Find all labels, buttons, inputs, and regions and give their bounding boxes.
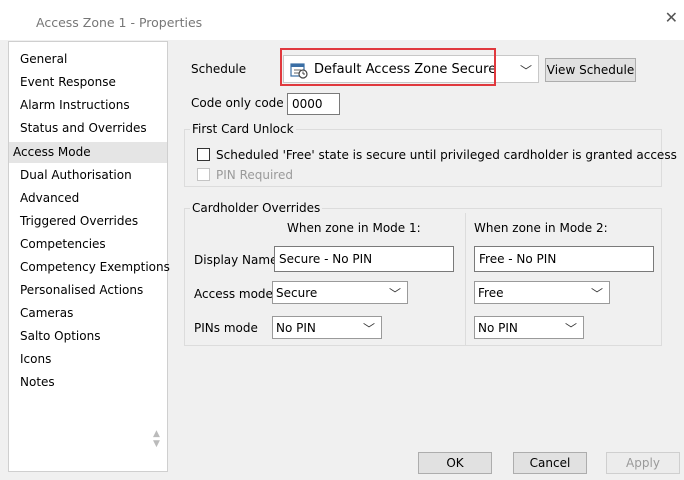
chevron-down-icon: ﹀ [590,287,603,301]
mode2-access-mode-value: Free [478,286,504,300]
sidebar-item-event-response[interactable]: Event Response [20,75,116,89]
sidebar-item-icons[interactable]: Icons [20,352,51,366]
mode1-pins-mode-value: No PIN [276,321,316,335]
sidebar-item-access-mode[interactable]: Access Mode [9,142,167,163]
sidebar-item-general[interactable]: General [20,52,67,66]
ok-button[interactable]: OK [418,452,492,474]
mode2-display-name-input[interactable]: Free - No PIN [474,246,654,272]
schedule-highlight [280,48,496,86]
sidebar-item-status-and-overrides[interactable]: Status and Overrides [20,121,147,135]
mode2-access-mode-select[interactable]: Free ﹀ [474,281,610,304]
mode1-access-mode-select[interactable]: Secure ﹀ [272,281,408,304]
window-title: Access Zone 1 - Properties [36,15,203,30]
sidebar-item-personalised-actions[interactable]: Personalised Actions [20,283,143,297]
access-mode-label: Access mode [194,287,273,301]
sidebar-item-alarm-instructions[interactable]: Alarm Instructions [20,98,130,112]
sidebar-item-advanced[interactable]: Advanced [20,191,79,205]
view-schedule-button[interactable]: View Schedule [545,58,636,82]
sidebar-item-cameras[interactable]: Cameras [20,306,73,320]
display-name-label: Display Name [194,253,278,267]
sidebar-item-competency-exemptions[interactable]: Competency Exemptions [20,260,170,274]
first-card-unlock-title: First Card Unlock [190,122,296,136]
sidebar-item-triggered-overrides[interactable]: Triggered Overrides [20,214,138,228]
chevron-down-icon: ﹀ [564,322,577,336]
apply-button[interactable]: Apply [606,452,680,474]
mode2-header: When zone in Mode 2: [474,221,608,235]
sidebar-nav: General Event Response Alarm Instruction… [8,41,170,472]
mode2-pins-mode-select[interactable]: No PIN ﹀ [474,316,584,339]
pins-mode-label: PINs mode [194,321,258,335]
pin-required-checkbox[interactable] [197,168,210,181]
mode1-header: When zone in Mode 1: [287,221,421,235]
cancel-button[interactable]: Cancel [513,452,587,474]
pin-required-label: PIN Required [216,168,293,182]
sidebar-item-salto-options[interactable]: Salto Options [20,329,100,343]
cardholder-overrides-title: Cardholder Overrides [190,201,323,215]
sidebar-item-competencies[interactable]: Competencies [20,237,106,251]
sidebar-item-dual-authorisation[interactable]: Dual Authorisation [20,168,132,182]
mode1-pins-mode-select[interactable]: No PIN ﹀ [272,316,382,339]
scheduled-free-checkbox[interactable] [197,148,210,161]
mode2-pins-mode-value: No PIN [478,321,518,335]
sidebar-scroll-arrows[interactable]: ▲ ▼ [153,429,167,449]
properties-window: Access Zone 1 - Properties ✕ General Eve… [0,0,684,480]
chevron-down-icon: ﹀ [362,322,375,336]
code-only-code-label: Code only code [191,96,284,110]
chevron-down-icon: ﹀ [519,64,532,78]
mode1-display-name-input[interactable]: Secure - No PIN [274,246,454,272]
code-only-code-input[interactable]: 0000 [287,93,340,115]
chevron-down-icon: ﹀ [388,287,401,301]
title-bar: Access Zone 1 - Properties ✕ [0,0,684,40]
schedule-label: Schedule [191,62,247,76]
mode1-access-mode-value: Secure [276,286,318,300]
scheduled-free-label: Scheduled 'Free' state is secure until p… [216,148,677,162]
close-icon[interactable]: ✕ [665,10,678,26]
sidebar-item-notes[interactable]: Notes [20,375,55,389]
mode-column-divider [465,213,466,345]
